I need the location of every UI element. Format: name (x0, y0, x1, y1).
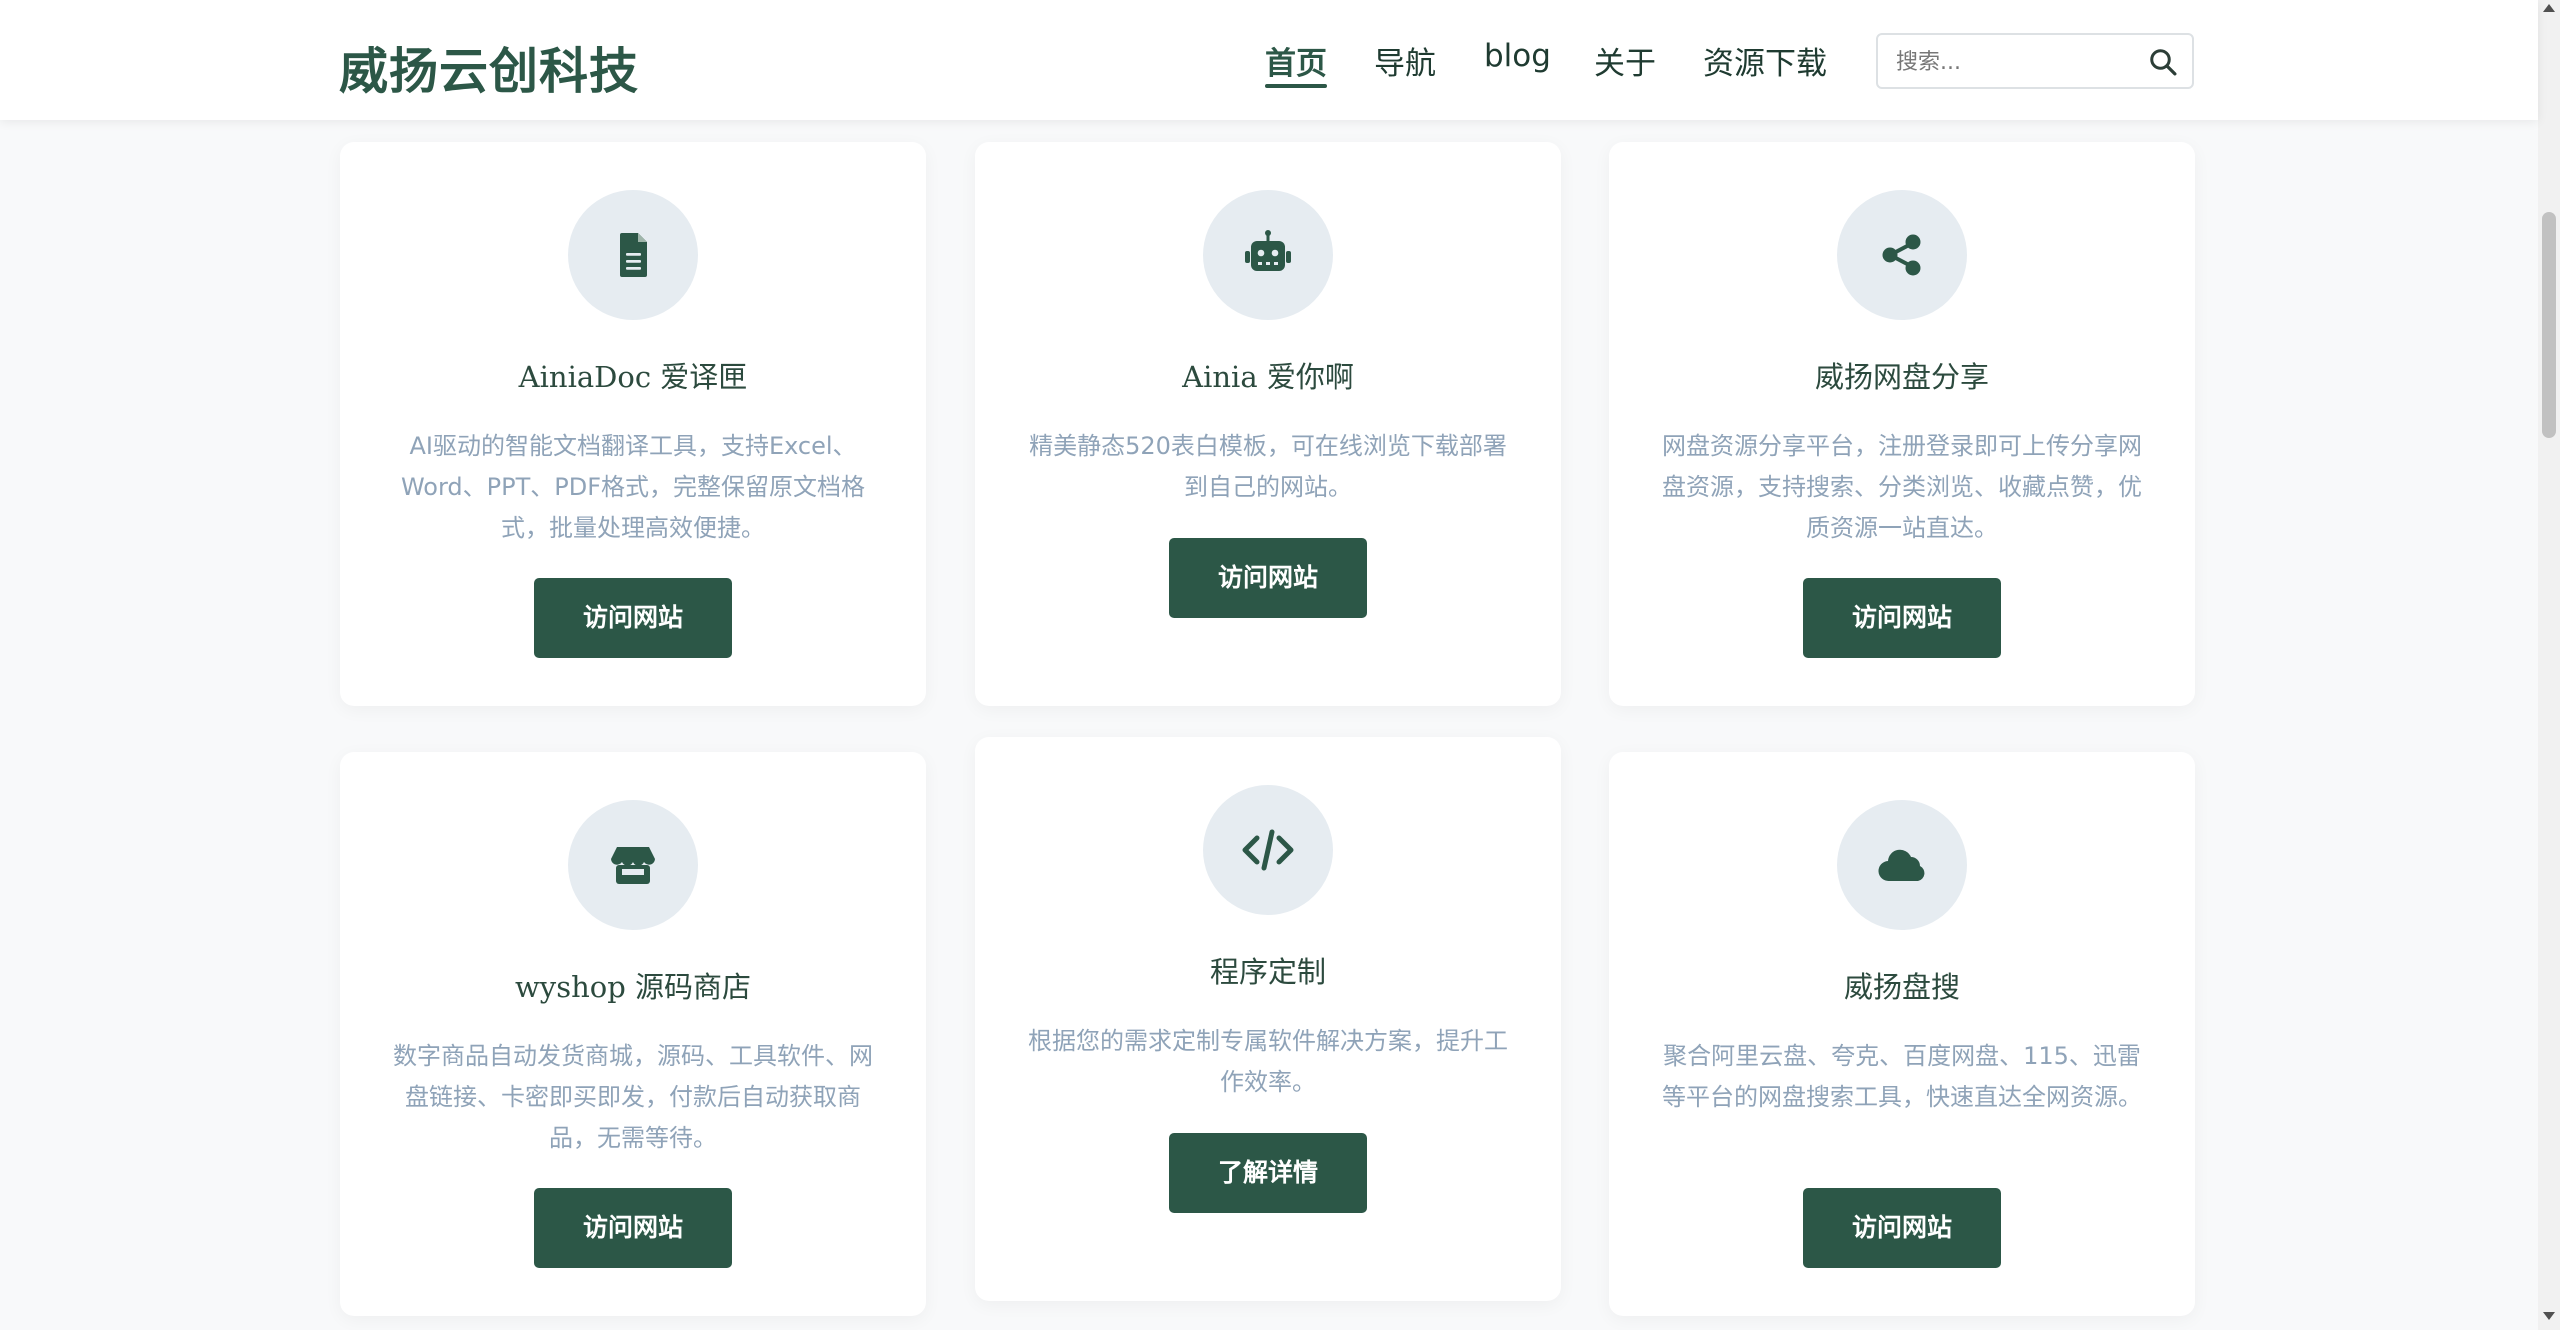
visit-website-button[interactable]: 访问网站 (534, 1188, 732, 1268)
card-title: 威扬盘搜 (1843, 970, 1960, 1004)
nav-item-blog[interactable]: blog (1484, 38, 1551, 74)
search-input[interactable] (1894, 43, 2138, 81)
visit-website-button[interactable]: 访问网站 (534, 578, 732, 658)
card-title: Ainia 爱你啊 (1182, 360, 1354, 394)
card-icon-circle (1203, 785, 1333, 915)
card-description: 聚合阿里云盘、夸克、百度网盘、115、迅雷等平台的网盘搜索工具，快速直达全网资源… (1662, 1042, 2142, 1111)
product-card-netdisk-share: 威扬网盘分享 网盘资源分享平台，注册登录即可上传分享网盘资源，支持搜索、分类浏览… (1609, 142, 2195, 706)
cloud-icon (1878, 849, 1925, 882)
search-box (1876, 33, 2194, 89)
site-header: 威扬云创科技 首页 导航 blog 关于 资源下载 (0, 0, 2538, 120)
visit-website-button[interactable]: 访问网站 (1803, 1188, 2001, 1268)
search-icon[interactable] (2148, 47, 2178, 77)
card-description: AI驱动的智能文档翻译工具，支持Excel、Word、PPT、PDF格式，完整保… (400, 432, 866, 542)
visit-website-button[interactable]: 访问网站 (1169, 538, 1367, 618)
card-description: 网盘资源分享平台，注册登录即可上传分享网盘资源，支持搜索、分类浏览、收藏点赞，优… (1662, 432, 2142, 542)
nav-item-navigation[interactable]: 导航 (1374, 38, 1436, 83)
robot-icon (1245, 230, 1291, 271)
nav-item-about[interactable]: 关于 (1594, 38, 1656, 83)
share-icon (1882, 234, 1921, 276)
visit-website-button[interactable]: 访问网站 (1803, 578, 2001, 658)
card-description: 根据您的需求定制专属软件解决方案，提升工作效率。 (1028, 1027, 1508, 1096)
card-icon-circle (1837, 800, 1967, 930)
scroll-down-arrow-icon[interactable] (2543, 1312, 2555, 1320)
store-icon (611, 847, 655, 884)
scroll-up-arrow-icon[interactable] (2543, 4, 2555, 12)
product-card-custom-program: 程序定制 根据您的需求定制专属软件解决方案，提升工作效率。 了解详情 (975, 737, 1561, 1301)
nav-item-downloads[interactable]: 资源下载 (1703, 38, 1827, 83)
card-icon-circle (1837, 190, 1967, 320)
learn-more-button[interactable]: 了解详情 (1169, 1133, 1367, 1213)
card-icon-circle (1203, 190, 1333, 320)
product-card-ainiadoc: AiniaDoc 爱译匣 AI驱动的智能文档翻译工具，支持Excel、Word、… (340, 142, 926, 706)
site-logo[interactable]: 威扬云创科技 (339, 32, 639, 103)
nav-item-home[interactable]: 首页 (1265, 38, 1327, 88)
card-title: 威扬网盘分享 (1814, 360, 1989, 394)
scrollbar-thumb[interactable] (2542, 212, 2556, 438)
card-description: 精美静态520表白模板，可在线浏览下载部署到自己的网站。 (1029, 432, 1507, 501)
page-scrollbar[interactable] (2538, 0, 2560, 1330)
product-card-wyshop: wyshop 源码商店 数字商品自动发货商城，源码、工具软件、网盘链接、卡密即买… (340, 752, 926, 1316)
card-description: 数字商品自动发货商城，源码、工具软件、网盘链接、卡密即买即发，付款后自动获取商品… (393, 1042, 873, 1152)
card-title: AiniaDoc 爱译匣 (518, 360, 748, 394)
card-title: wyshop 源码商店 (514, 970, 751, 1004)
card-icon-circle (568, 800, 698, 930)
document-icon (620, 233, 647, 277)
product-card-pan-search: 威扬盘搜 聚合阿里云盘、夸克、百度网盘、115、迅雷等平台的网盘搜索工具，快速直… (1609, 752, 2195, 1316)
code-icon (1242, 829, 1294, 871)
card-icon-circle (568, 190, 698, 320)
product-card-ainia: Ainia 爱你啊 精美静态520表白模板，可在线浏览下载部署到自己的网站。 访… (975, 142, 1561, 706)
card-title: 程序定制 (1209, 955, 1326, 989)
